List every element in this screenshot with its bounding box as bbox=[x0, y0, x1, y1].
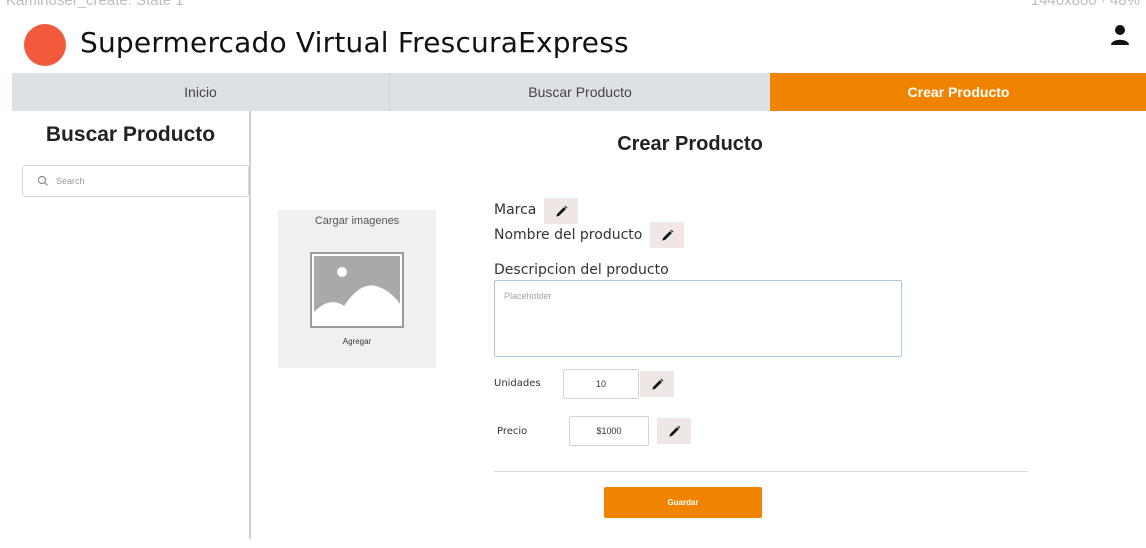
image-upload-panel: Cargar imagenes Agregar bbox=[278, 210, 436, 368]
search-box[interactable] bbox=[22, 165, 249, 197]
save-button[interactable]: Guardar bbox=[604, 487, 762, 518]
tab-buscar-producto[interactable]: Buscar Producto bbox=[390, 73, 770, 111]
window-caption-left: Kaminoser_create: State 1 bbox=[6, 0, 184, 9]
search-icon bbox=[37, 175, 48, 186]
unidades-label: Unidades bbox=[494, 378, 541, 389]
form-divider bbox=[494, 471, 1028, 472]
upload-label: Cargar imagenes bbox=[314, 215, 400, 227]
edit-precio-button[interactable] bbox=[657, 418, 691, 444]
edit-marca-button[interactable] bbox=[544, 198, 578, 224]
page-title: Crear Producto bbox=[617, 133, 763, 155]
window-caption: Kaminoser_create: State 1 1440x800 · 48% bbox=[0, 0, 1146, 10]
main-nav: Inicio Buscar Producto Crear Producto bbox=[12, 73, 1146, 111]
pencil-icon bbox=[555, 205, 567, 217]
edit-unidades-button[interactable] bbox=[640, 371, 674, 397]
tab-inicio[interactable]: Inicio bbox=[12, 73, 390, 111]
unidades-input[interactable] bbox=[563, 369, 639, 399]
window-caption-right: 1440x800 · 48% bbox=[1030, 0, 1140, 9]
marca-label: Marca bbox=[494, 202, 537, 218]
descripcion-textarea[interactable] bbox=[494, 280, 902, 357]
logo bbox=[24, 24, 66, 66]
edit-nombre-button[interactable] bbox=[650, 222, 684, 248]
search-input[interactable] bbox=[54, 175, 238, 187]
precio-input[interactable] bbox=[569, 416, 649, 446]
app-header: Supermercado Virtual FrescuraExpress bbox=[0, 16, 1146, 72]
add-image-button[interactable]: Agregar bbox=[278, 337, 436, 346]
app-title: Supermercado Virtual FrescuraExpress bbox=[80, 26, 629, 59]
sidebar: Buscar Producto bbox=[12, 111, 251, 539]
pencil-icon bbox=[661, 229, 673, 241]
image-placeholder-icon[interactable] bbox=[310, 252, 404, 328]
tab-crear-producto[interactable]: Crear Producto bbox=[770, 73, 1146, 111]
pencil-icon bbox=[651, 378, 663, 390]
nombre-label: Nombre del producto bbox=[494, 227, 643, 243]
precio-label: Precio bbox=[497, 426, 528, 437]
user-icon[interactable] bbox=[1110, 24, 1130, 46]
descripcion-label: Descripcion del producto bbox=[494, 262, 669, 278]
sidebar-title: Buscar Producto bbox=[45, 123, 216, 146]
pencil-icon bbox=[668, 425, 680, 437]
